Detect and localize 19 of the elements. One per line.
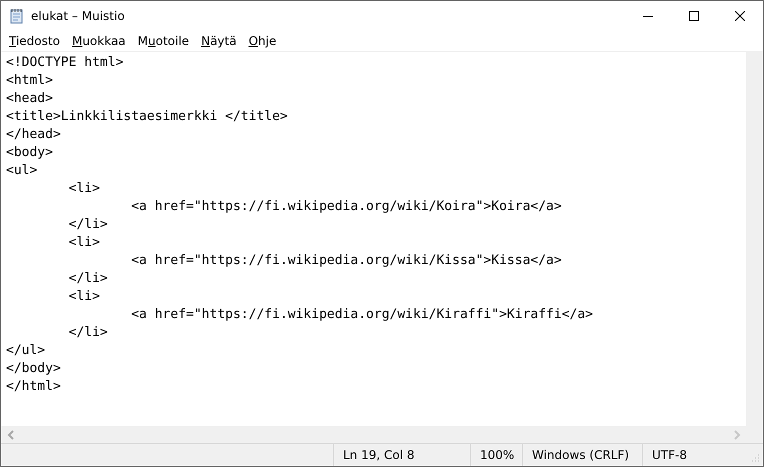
menu-item[interactable]: Näytä (195, 31, 243, 51)
window-title: elukat – Muistio (31, 9, 126, 23)
horizontal-scrollbar[interactable] (1, 426, 763, 444)
menu-item[interactable]: Muokkaa (66, 31, 132, 51)
notepad-icon (9, 8, 25, 24)
menu-item[interactable]: Muotoile (132, 31, 196, 51)
line-endings: Windows (CRLF) (522, 444, 642, 466)
resize-grip-icon[interactable] (750, 453, 760, 463)
close-icon[interactable] (735, 11, 745, 21)
encoding: UTF-8 (642, 444, 746, 466)
scroll-right-icon[interactable] (733, 430, 741, 440)
maximize-icon[interactable] (689, 11, 699, 21)
text-editor[interactable]: <!DOCTYPE html> <html> <head> <title>Linkkilistaesimerkki </title> </head> <body> <ul> <li> <a href="https://fi.wikipedia.org/wiki/Koira">Koira</a> </li> <li> <a href="https://fi.wikipedia.org/wiki/Kissa">Kissa</a> </li> <li> <a href="https://fi.wikipedia.org/wiki/Kiraffi">Kiraffi</a> </li> </ul> </body> </html> (1, 52, 746, 426)
vertical-scrollbar[interactable] (746, 52, 763, 426)
menu-item[interactable]: Ohje (242, 31, 282, 51)
menu-item[interactable]: Tiedosto (3, 31, 66, 51)
cursor-position: Ln 19, Col 8 (333, 444, 470, 466)
scroll-left-icon[interactable] (7, 430, 15, 440)
zoom-level: 100% (470, 444, 522, 466)
